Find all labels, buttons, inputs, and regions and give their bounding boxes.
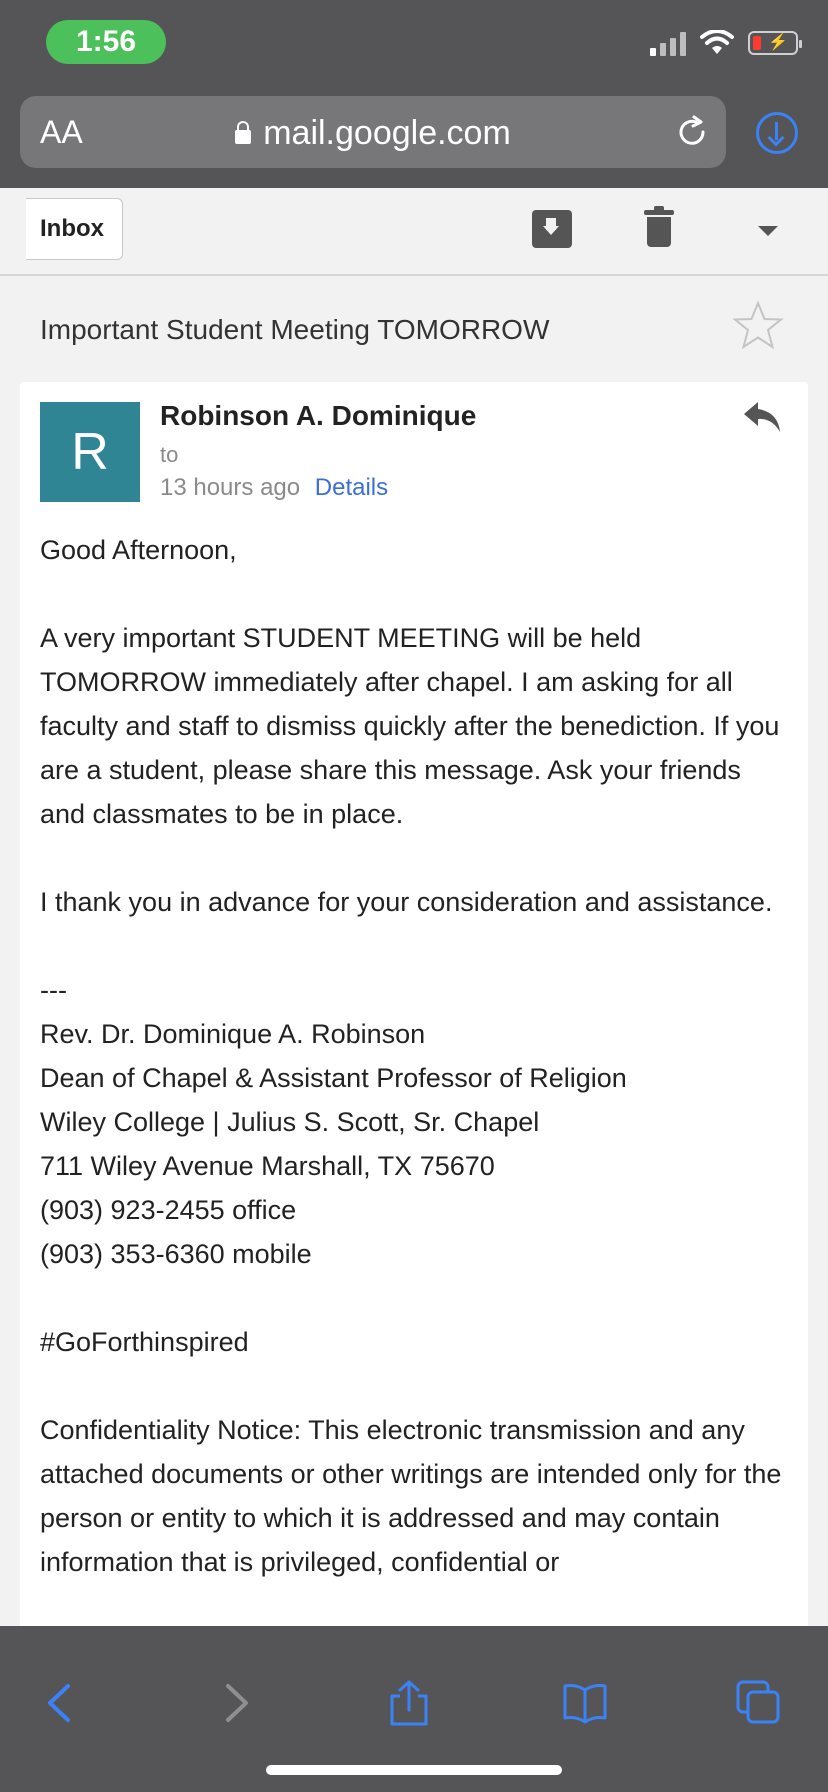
wifi-icon — [700, 30, 734, 54]
battery-icon: ⚡ — [748, 31, 802, 55]
back-arrow-icon[interactable] — [38, 1680, 84, 1726]
body-paragraph-2: I thank you in advance for your consider… — [40, 887, 773, 917]
address-bar[interactable]: AA mail.google.com — [20, 96, 726, 168]
signature-separator: --- — [40, 975, 67, 1005]
signature-line: Wiley College | Julius S. Scott, Sr. Cha… — [40, 1107, 540, 1137]
cellular-signal-icon — [650, 30, 686, 56]
signature-line: Rev. Dr. Dominique A. Robinson — [40, 1019, 426, 1049]
recipient-label: to — [160, 442, 179, 467]
reload-icon[interactable] — [674, 114, 710, 150]
message-card: R Robinson A. Dominique to 13 hours ago … — [20, 382, 808, 1632]
downloads-icon[interactable] — [756, 112, 798, 154]
forward-arrow-icon[interactable] — [212, 1680, 258, 1726]
reply-icon[interactable] — [742, 400, 782, 434]
status-icons: ⚡ — [650, 30, 802, 56]
details-link[interactable]: Details — [315, 474, 388, 501]
inbox-label: Inbox — [26, 198, 123, 260]
share-icon[interactable] — [386, 1680, 432, 1726]
star-icon[interactable] — [732, 300, 784, 352]
browser-chrome: 1:56 ⚡ AA mail.google.com — [0, 0, 828, 188]
message-body: Good Afternoon, A very important STUDENT… — [40, 528, 790, 1584]
bookmarks-icon[interactable] — [562, 1680, 608, 1726]
more-dropdown-icon[interactable] — [758, 226, 778, 236]
message-meta: 13 hours ago Details — [160, 474, 388, 502]
status-time: 1:56 — [46, 20, 166, 64]
url-field[interactable]: mail.google.com — [20, 114, 726, 153]
signature-phone-mobile[interactable]: (903) 353-6360 mobile — [40, 1232, 790, 1276]
email-subject: Important Student Meeting TOMORROW — [40, 314, 550, 345]
trash-icon[interactable] — [644, 206, 674, 248]
time-ago: 13 hours ago — [160, 474, 301, 501]
mail-toolbar: Inbox — [0, 188, 828, 276]
home-indicator[interactable] — [266, 1765, 562, 1775]
body-paragraph-1: A very important STUDENT MEETING will be… — [40, 623, 780, 829]
sender-name: Robinson A. Dominique — [160, 400, 477, 431]
archive-icon[interactable] — [532, 210, 572, 248]
signature-line: Dean of Chapel & Assistant Professor of … — [40, 1063, 627, 1093]
signature-line: 711 Wiley Avenue Marshall, TX 75670 — [40, 1151, 495, 1181]
subject-row: Important Student Meeting TOMORROW — [0, 278, 828, 382]
lock-icon — [235, 121, 252, 144]
tabs-icon[interactable] — [736, 1680, 782, 1726]
greeting: Good Afternoon, — [40, 535, 237, 565]
confidentiality-notice: Confidentiality Notice: This electronic … — [40, 1415, 782, 1577]
url-text: mail.google.com — [263, 114, 511, 152]
avatar: R — [40, 402, 140, 502]
back-to-inbox-button[interactable]: Inbox — [12, 198, 123, 260]
hashtag: #GoForthinspired — [40, 1327, 249, 1357]
signature-phone-office[interactable]: (903) 923-2455 office — [40, 1188, 790, 1232]
